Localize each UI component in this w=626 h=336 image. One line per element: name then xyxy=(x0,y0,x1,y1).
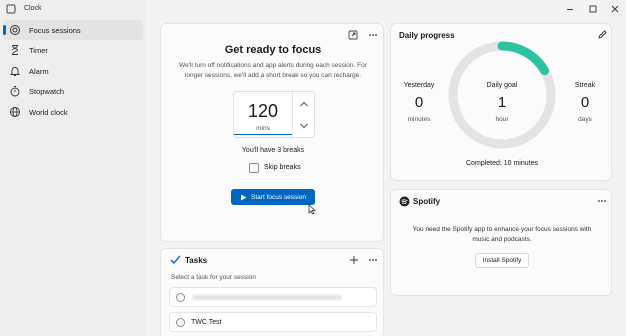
yesterday-label: Yesterday xyxy=(403,82,435,89)
duration-stepper[interactable]: 120 mins xyxy=(233,91,315,139)
duration-value[interactable]: 120 xyxy=(234,101,292,122)
maximize-icon[interactable] xyxy=(587,3,599,15)
skip-breaks-label[interactable]: Skip breaks xyxy=(264,164,301,171)
task-label: TWC Test xyxy=(191,319,222,326)
sidebar-item-label: World clock xyxy=(29,107,68,117)
mouse-cursor-icon xyxy=(308,204,317,215)
sidebar-item-stopwatch[interactable]: Stopwatch xyxy=(3,81,143,101)
spotify-card: Spotify You need the Spotify app to enha… xyxy=(390,189,612,296)
yesterday-unit: minutes xyxy=(407,116,431,123)
duration-unit: mins xyxy=(256,125,270,132)
daily-goal-label: Daily goal xyxy=(486,82,518,89)
breaks-text: You'll have 3 breaks xyxy=(241,147,305,154)
sidebar-item-focus-sessions[interactable]: Focus sessions xyxy=(3,20,143,40)
completed-text: Completed: 10 minutes xyxy=(466,160,538,167)
play-icon xyxy=(240,194,247,201)
goal-progress-arc xyxy=(497,41,549,76)
sidebar-item-label: Stopwatch xyxy=(29,86,65,96)
streak-label: Streak xyxy=(574,82,596,89)
sidebar: Clock Focus sessions Timer Alarm Stopwat… xyxy=(0,0,146,336)
task-label-blurred xyxy=(192,295,342,300)
hourglass-icon xyxy=(9,44,21,56)
edit-pencil-icon[interactable] xyxy=(597,30,607,40)
spotify-logo-icon xyxy=(399,196,410,207)
sidebar-item-alarm[interactable]: Alarm xyxy=(3,61,143,81)
tasks-title: Tasks xyxy=(185,256,208,265)
mini-mode-icon[interactable] xyxy=(348,30,358,40)
daily-progress-title: Daily progress xyxy=(399,31,455,40)
tasks-more-icon[interactable] xyxy=(368,255,378,265)
spotify-description: You need the Spotify app to enhance your… xyxy=(412,226,592,243)
spotify-title: Spotify xyxy=(413,197,441,206)
start-focus-label: Start focus session xyxy=(251,193,306,201)
chevron-down-icon[interactable] xyxy=(296,118,312,134)
sidebar-item-world-clock[interactable]: World clock xyxy=(3,102,143,122)
app-title: Clock xyxy=(24,5,42,12)
sidebar-item-label: Alarm xyxy=(29,66,49,76)
tasks-card: Tasks Select a task for your session TWC… xyxy=(160,248,384,336)
stepper-divider xyxy=(292,92,293,139)
tasks-check-icon xyxy=(170,255,181,265)
spotify-more-icon[interactable] xyxy=(597,196,607,206)
daily-goal-value: 1 xyxy=(497,94,507,111)
daily-progress-card: Daily progress Yesterday 0 minutes Daily… xyxy=(390,23,612,181)
start-focus-session-button[interactable]: Start focus session xyxy=(231,189,315,205)
tasks-subtitle: Select a task for your session xyxy=(171,274,256,281)
bell-icon xyxy=(9,65,21,77)
streak-value: 0 xyxy=(580,94,590,111)
sidebar-item-timer[interactable]: Timer xyxy=(3,40,143,60)
add-task-icon[interactable] xyxy=(349,255,359,265)
task-row[interactable] xyxy=(169,287,377,307)
sidebar-item-label: Focus sessions xyxy=(29,25,81,35)
active-indicator xyxy=(3,25,6,35)
stopwatch-icon xyxy=(9,85,21,97)
yesterday-value: 0 xyxy=(414,94,424,111)
minimize-icon[interactable] xyxy=(564,3,576,15)
task-row[interactable]: TWC Test xyxy=(169,312,377,332)
globe-icon xyxy=(9,106,21,118)
chevron-up-icon[interactable] xyxy=(296,96,312,112)
focus-description: We'll turn off notifications and app ale… xyxy=(179,62,367,79)
stepper-underline xyxy=(234,134,292,135)
streak-unit: days xyxy=(578,116,592,123)
focus-session-card: Get ready to focus We'll turn off notifi… xyxy=(160,23,384,242)
task-radio[interactable] xyxy=(176,293,185,302)
skip-breaks-checkbox[interactable] xyxy=(249,163,259,173)
install-spotify-button[interactable]: Install Spotify xyxy=(475,253,529,268)
close-icon[interactable] xyxy=(609,3,621,15)
focus-heading: Get ready to focus xyxy=(224,44,322,56)
sidebar-item-label: Timer xyxy=(29,45,48,55)
daily-goal-unit: hour xyxy=(495,116,509,123)
more-options-icon[interactable] xyxy=(368,30,378,40)
focus-icon xyxy=(9,24,21,36)
task-radio[interactable] xyxy=(176,318,185,327)
app-back-icon[interactable] xyxy=(6,4,16,14)
